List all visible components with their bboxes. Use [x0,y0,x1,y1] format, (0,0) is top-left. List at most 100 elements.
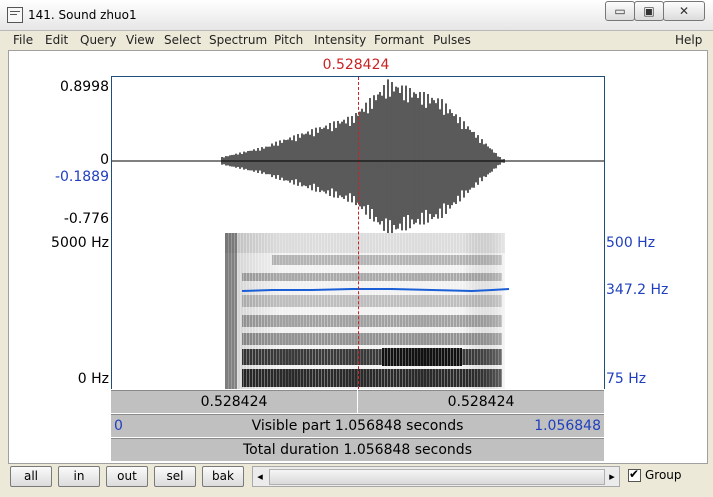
spectrogram-streak [474,233,475,389]
spectrogram-streak [396,233,397,389]
close-button[interactable]: ✕ [663,1,705,21]
spectrogram-streak [258,233,259,389]
total-duration-bar[interactable]: Total duration 1.056848 seconds [111,438,604,461]
spectrogram-streak [498,233,499,389]
spectrogram-streak [411,233,412,389]
spectrogram-streak [378,233,379,389]
spectrogram-streak [435,233,436,389]
scroll-thumb[interactable] [269,469,605,485]
spectrogram-streak [303,233,304,389]
menu-intensity[interactable]: Intensity [314,33,366,47]
scroll-left-arrow-icon[interactable]: ◂ [253,467,267,486]
spectrogram-streak [492,233,493,389]
waveform-min-label: -0.776 [63,211,109,227]
spectrogram-streak [237,233,238,389]
spectrogram-streak [276,233,277,389]
spectrogram-streak [381,233,382,389]
spectrogram-streak [402,233,403,389]
right-selection-time: 0.528424 [447,394,515,410]
spectrogram-streak [354,233,355,389]
menu-help[interactable]: Help [675,33,702,47]
spectrogram-streak [309,233,310,389]
cursor-time-label: 0.528424 [322,57,390,73]
menu-view[interactable]: View [126,33,154,47]
spectrogram-streak [387,233,388,389]
spectrogram-streak [441,233,442,389]
spectrogram-streak [420,233,421,389]
visible-start-time: 0 [114,418,123,434]
spectrogram-streak [231,233,232,389]
spectrogram-streak [330,233,331,389]
spectrogram-streak [345,233,346,389]
spectrogram-streak [405,233,406,389]
spectrogram-streak [471,233,472,389]
spectrogram-streak [255,233,256,389]
spectrogram-streak [429,233,430,389]
spectrogram-streak [450,233,451,389]
spectrogram-streak [417,233,418,389]
menu-query[interactable]: Query [80,33,116,47]
group-checkbox[interactable]: ✔ [628,467,641,482]
total-duration-label: Total duration 1.056848 seconds [243,442,472,458]
spectrogram-streak [324,233,325,389]
spectrogram-streak [477,233,478,389]
spectrogram-streak [297,233,298,389]
menu-spectrum[interactable]: Spectrum [209,33,267,47]
minimize-button[interactable]: ▭ [605,1,635,21]
spectrogram-streak [327,233,328,389]
zoom-all-button[interactable]: all [10,466,52,487]
spectrogram-streak [270,233,271,389]
spectrogram-streak [318,233,319,389]
spectrogram-streak [312,233,313,389]
spectrogram-streak [228,233,229,389]
spectrogram-streak [462,233,463,389]
scroll-right-arrow-icon[interactable]: ▸ [605,467,619,486]
menu-file[interactable]: File [13,33,33,47]
spectrogram-streak [480,233,481,389]
cursor-line [358,77,359,389]
zoom-in-button[interactable]: in [58,466,100,487]
waveform-max-label: 0.8998 [60,79,109,95]
spectrogram-streak [393,233,394,389]
menu-pulses[interactable]: Pulses [433,33,471,47]
spectrogram-streak [234,233,235,389]
spectrogram-streak [246,233,247,389]
maximize-button[interactable]: ▣ [634,1,664,21]
menu-formant[interactable]: Formant [374,33,424,47]
spectrogram-streak [366,233,367,389]
spectrogram-streak [486,233,487,389]
pitch-floor-label: 75 Hz [606,371,647,387]
spectrogram-streak [468,233,469,389]
selection-right-bar[interactable]: 0.528424 [358,390,604,413]
spectrogram-streak [249,233,250,389]
spectrogram-streak [261,233,262,389]
spectrogram-streak [372,233,373,389]
zoom-selection-button[interactable]: sel [154,466,196,487]
spectrogram-streak [465,233,466,389]
zoom-out-button[interactable]: out [106,466,148,487]
spectrogram-streak [243,233,244,389]
pitch-cursor-value-label: 347.2 Hz [606,282,669,298]
menu-select[interactable]: Select [164,33,201,47]
menu-edit[interactable]: Edit [45,33,68,47]
selection-left-bar[interactable]: 0.528424 [111,390,357,413]
spectrogram-streak [423,233,424,389]
spectrogram-streak [447,233,448,389]
spectrogram-streak [369,233,370,389]
visible-part-bar[interactable]: 0 Visible part 1.056848 seconds 1.056848 [111,414,604,437]
spectrogram-streak [360,233,361,389]
spectrogram-streak [444,233,445,389]
spectrogram-streak [495,233,496,389]
spectrogram-streak [390,233,391,389]
spectrogram-streak [267,233,268,389]
menu-pitch[interactable]: Pitch [274,33,303,47]
spectrogram-streak [294,233,295,389]
spectrogram-streak [483,233,484,389]
checkmark-icon: ✔ [629,467,640,481]
zoom-back-button[interactable]: bak [202,466,244,487]
spectrogram-streak [459,233,460,389]
spectrogram-streak [333,233,334,389]
horizontal-scrollbar[interactable]: ◂ ▸ [252,466,620,487]
spectrogram-streak [300,233,301,389]
spectrogram-streak [348,233,349,389]
